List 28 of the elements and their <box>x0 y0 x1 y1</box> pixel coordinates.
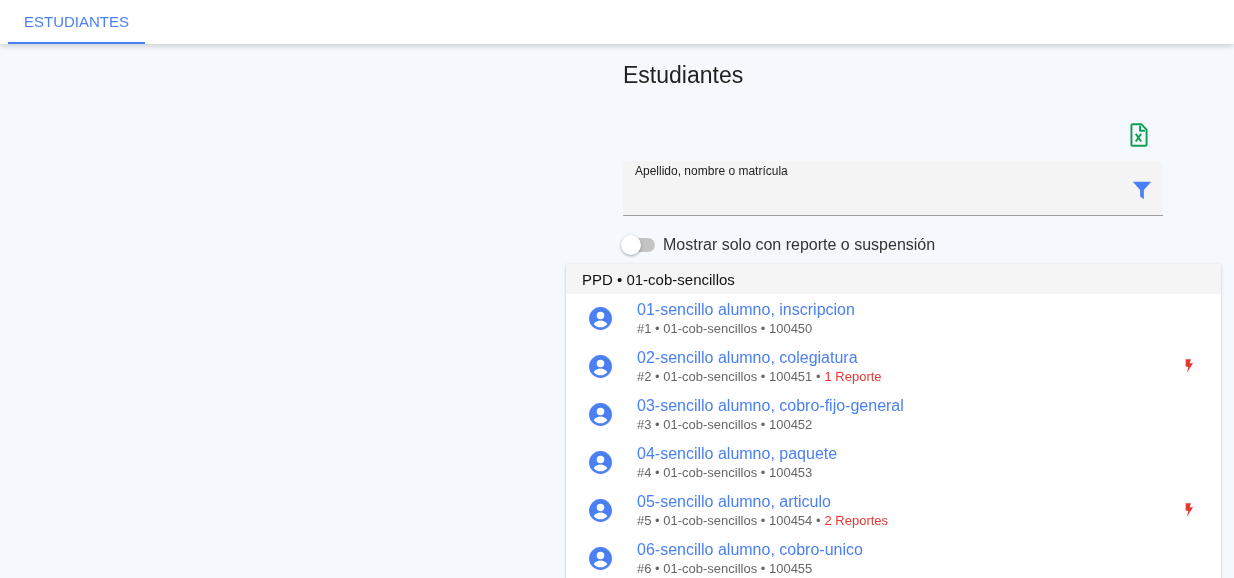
student-details: #2 • 01-cob-sencillos • 100451 • <box>637 368 821 384</box>
student-name-link[interactable]: 01-sencillo alumno, inscripcion <box>637 300 855 319</box>
user-avatar-icon <box>588 353 613 379</box>
student-details: #5 • 01-cob-sencillos • 100454 • <box>637 512 821 528</box>
tab[interactable]: ESTUDIANTES <box>8 0 145 44</box>
search-field[interactable]: Apellido, nombre o matrícula <box>623 161 1163 216</box>
toggle-switch[interactable] <box>623 238 655 252</box>
student-details: #4 • 01-cob-sencillos • 100453 <box>637 464 813 480</box>
student-name-link[interactable]: 03-sencillo alumno, cobro-fijo-general <box>637 396 904 415</box>
group-title: PPD • 01-cob-sencillos <box>582 270 735 288</box>
student-name-link[interactable]: 04-sencillo alumno, paquete <box>637 444 838 463</box>
student-name-link[interactable]: 05-sencillo alumno, articulo <box>637 492 831 511</box>
user-avatar-icon <box>588 401 613 427</box>
student-details: #3 • 01-cob-sencillos • 100452 <box>637 416 813 432</box>
user-avatar-icon <box>588 545 613 571</box>
student-details: #1 • 01-cob-sencillos • 100450 <box>637 320 813 336</box>
filter-icon[interactable] <box>1131 179 1153 201</box>
page-title: Estudiantes <box>623 61 745 90</box>
report-count: 1 Reporte <box>824 368 882 384</box>
student-name-link[interactable]: 06-sencillo alumno, cobro-unico <box>637 540 863 559</box>
user-avatar-icon <box>588 305 613 331</box>
student-details: #6 • 01-cob-sencillos • 100455 <box>637 560 813 576</box>
field-label: Apellido, nombre o matrícula <box>635 164 788 178</box>
student-name-link[interactable]: 02-sencillo alumno, colegiatura <box>637 348 858 367</box>
report-count: 2 Reportes <box>824 512 889 528</box>
user-avatar-icon <box>588 449 613 475</box>
user-avatar-icon <box>588 497 613 523</box>
toggle-label: Mostrar solo con reporte o suspensión <box>663 236 936 254</box>
